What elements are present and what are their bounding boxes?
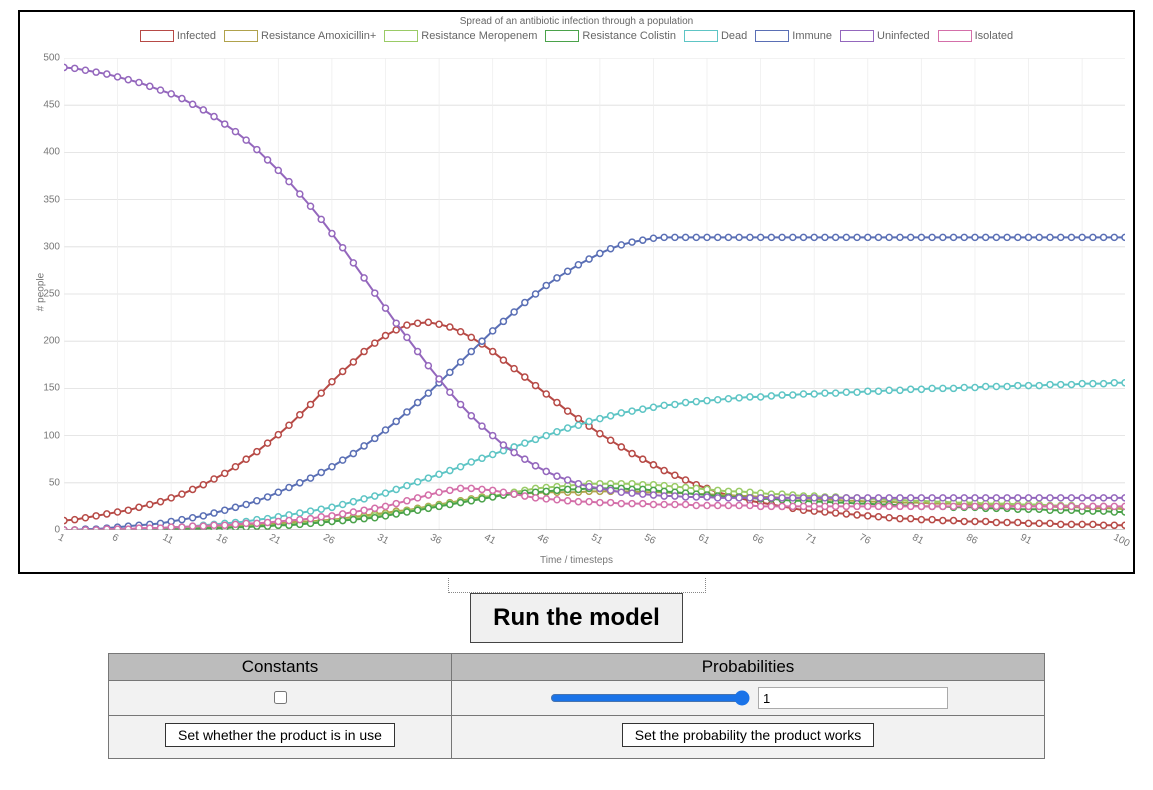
legend-item[interactable]: Infected (140, 30, 216, 42)
chart-panel: Spread of an antibiotic infection throug… (18, 10, 1135, 574)
x-tick-label: 31 (375, 532, 390, 547)
x-tick-label: 26 (321, 532, 336, 547)
controls-table: Constants Probabilities Set whether the … (108, 653, 1045, 759)
legend-item[interactable]: Resistance Colistin (545, 30, 676, 42)
y-tick-label: 350 (43, 194, 60, 205)
x-tick-label: 81 (911, 532, 926, 547)
y-tick-label: 150 (43, 383, 60, 394)
x-tick-label: 36 (428, 532, 443, 547)
series-line (64, 67, 1125, 497)
probabilities-header: Probabilities (452, 654, 1045, 681)
plot-area: 0501001502002503003504004505001611162126… (64, 58, 1125, 530)
chart-title: Spread of an antibiotic infection throug… (20, 12, 1133, 28)
x-tick-label: 6 (110, 532, 120, 544)
y-tick-label: 200 (43, 336, 60, 347)
y-tick-label: 250 (43, 289, 60, 300)
probabilities-caption: Set the probability the product works (622, 723, 874, 747)
x-tick-label: 56 (643, 532, 658, 547)
y-tick-label: 50 (49, 477, 60, 488)
x-tick-label: 11 (161, 532, 175, 547)
x-tick-label: 51 (589, 532, 604, 547)
probability-number-input[interactable] (758, 687, 948, 709)
x-tick-label: 71 (803, 532, 818, 547)
x-tick-label: 91 (1018, 532, 1033, 547)
y-tick-label: 100 (43, 430, 60, 441)
x-tick-label: 46 (536, 532, 551, 547)
legend-item[interactable]: Immune (755, 30, 832, 42)
legend-item[interactable]: Resistance Amoxicillin+ (224, 30, 376, 42)
series-line (64, 237, 1125, 530)
x-tick-label: 21 (268, 532, 283, 547)
probability-slider[interactable] (550, 690, 750, 706)
y-tick-label: 300 (43, 241, 60, 252)
x-tick-label: 16 (214, 532, 229, 547)
x-tick-label: 100 (1111, 532, 1131, 550)
legend-item[interactable]: Dead (684, 30, 747, 42)
x-tick-label: 86 (964, 532, 979, 547)
x-tick-label: 61 (696, 532, 711, 547)
x-tick-label: 41 (482, 532, 497, 547)
y-tick-label: 500 (43, 53, 60, 64)
constants-caption: Set whether the product is in use (165, 723, 395, 747)
x-tick-label: 76 (857, 532, 872, 547)
y-tick-label: 400 (43, 147, 60, 158)
chart-legend: Infected Resistance Amoxicillin+ Resistanc… (20, 28, 1133, 46)
x-axis-label: Time / timesteps (20, 555, 1133, 566)
y-tick-label: 450 (43, 100, 60, 111)
constants-header: Constants (109, 654, 452, 681)
legend-item[interactable]: Resistance Meropenem (384, 30, 537, 42)
legend-item[interactable]: Uninfected (840, 30, 930, 42)
run-model-button[interactable]: Run the model (470, 593, 683, 643)
x-tick-label: 66 (750, 532, 765, 547)
product-in-use-checkbox[interactable] (274, 691, 287, 704)
legend-item[interactable]: Isolated (938, 30, 1014, 42)
